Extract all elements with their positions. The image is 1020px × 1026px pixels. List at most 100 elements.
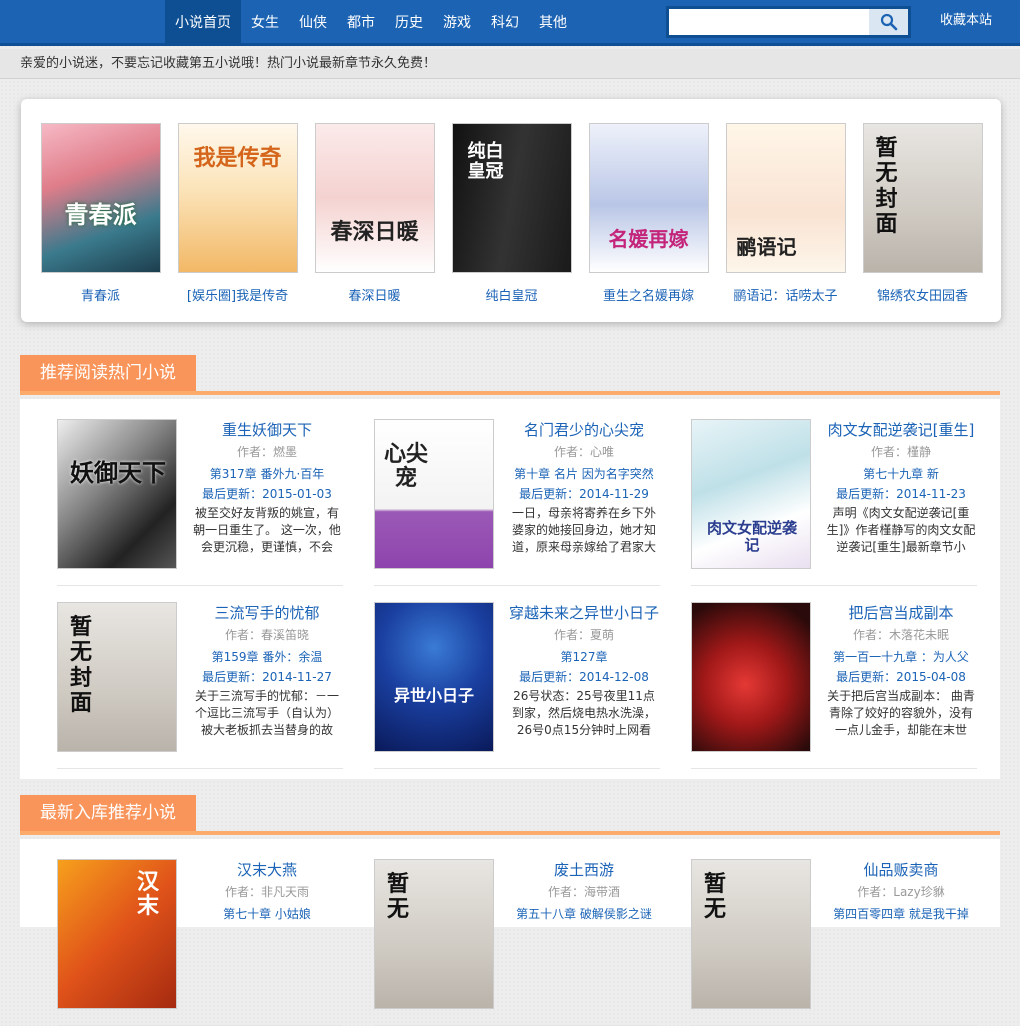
featured-book[interactable]: 鹂语记 鹂语记：话唠太子 — [717, 123, 854, 304]
featured-book[interactable]: 青春派 青春派 — [32, 123, 169, 304]
nav-item-female[interactable]: 女生 — [241, 0, 289, 46]
cover-title: 异世小日子 — [393, 686, 474, 705]
cover-title: 我是传奇 — [193, 145, 282, 171]
nav-item-other[interactable]: 其他 — [529, 0, 577, 46]
book-author: 作者：夏萌 — [553, 628, 614, 642]
search-input[interactable] — [669, 9, 869, 35]
search-box — [666, 6, 911, 38]
cover-title: 暂无封面 — [875, 135, 898, 237]
latest-chapter[interactable]: 第159章 番外：余温 — [191, 647, 343, 667]
cover-title: 春深日暖 — [330, 219, 419, 245]
last-update: 最后更新：2015-01-03 — [202, 487, 332, 501]
last-update: 最后更新：2015-04-08 — [836, 670, 966, 684]
book-cover[interactable]: 春深日暖 — [314, 123, 435, 273]
latest-chapter[interactable]: 第七十九章 新 — [825, 464, 977, 484]
book-title[interactable]: 把后宫当成副本 — [825, 602, 977, 625]
cover-title: 纯白皇冠 — [467, 141, 504, 182]
featured-book-title[interactable]: 锦绣农女田园香 — [854, 285, 991, 304]
book-description: 关于三流写手的忧郁：－一个逗比三流写手（自认为）被大老板抓去当替身的故 — [194, 689, 339, 737]
nav-item-game[interactable]: 游戏 — [433, 0, 481, 46]
book-title[interactable]: 废土西游 — [508, 859, 660, 882]
book-card: 暂无封面 三流写手的忧郁 作者：春溪笛晓 第159章 番外：余温 最后更新：20… — [57, 602, 343, 769]
featured-book-title[interactable]: [娱乐圈]我是传奇 — [169, 285, 306, 304]
cover-title: 名媛再嫁 — [608, 227, 689, 251]
book-author: 作者：非凡天雨 — [224, 885, 309, 899]
book-description: 26号状态：25号夜里11点到家，然后烧电热水洗澡，26号0点15分钟时上网看 — [511, 689, 656, 737]
featured-book[interactable]: 春深日暖 春深日暖 — [306, 123, 443, 304]
section-header: 最新入库推荐小说 — [20, 795, 1000, 835]
featured-book-title[interactable]: 鹂语记：话唠太子 — [717, 285, 854, 304]
book-card: 心尖宠 名门君少的心尖宠 作者：心唯 第十章 名片 因为名字突然 最后更新：20… — [374, 419, 660, 586]
book-card: 肉文女配逆袭记 肉文女配逆袭记[重生] 作者：槿静 第七十九章 新 最后更新：2… — [691, 419, 977, 586]
book-title[interactable]: 汉末大燕 — [191, 859, 343, 882]
featured-book[interactable]: 我是传奇 [娱乐圈]我是传奇 — [169, 123, 306, 304]
book-author: 作者：春溪笛晓 — [224, 628, 309, 642]
section-title: 最新入库推荐小说 — [20, 795, 196, 831]
book-author: 作者：槿静 — [870, 445, 931, 459]
latest-chapter[interactable]: 第五十八章 破解侯影之谜 — [508, 904, 660, 924]
nav-item-home[interactable]: 小说首页 — [165, 0, 241, 46]
book-title[interactable]: 肉文女配逆袭记[重生] — [825, 419, 977, 442]
nav-item-history[interactable]: 历史 — [385, 0, 433, 46]
book-cover[interactable]: 异世小日子 — [374, 602, 494, 752]
book-info: 把后宫当成副本 作者：木落花未眠 第一百一十九章 ：为人父 最后更新：2015-… — [825, 602, 977, 739]
featured-book[interactable]: 纯白皇冠 纯白皇冠 — [443, 123, 580, 304]
latest-chapter[interactable]: 第127章 — [508, 647, 660, 667]
latest-chapter[interactable]: 第十章 名片 因为名字突然 — [508, 464, 660, 484]
latest-chapter[interactable]: 第四百零四章 就是我干掉 — [825, 904, 977, 924]
book-cover[interactable]: 暂无 — [691, 859, 811, 1009]
book-cover[interactable]: 暂无封面 — [862, 123, 983, 273]
featured-books-panel: 青春派 青春派 我是传奇 [娱乐圈]我是传奇 春深日暖 春深日暖 纯白皇冠 纯白… — [21, 99, 1001, 322]
bookmark-site-link[interactable]: 收藏本站 — [940, 0, 992, 46]
book-title[interactable]: 三流写手的忧郁 — [191, 602, 343, 625]
last-update: 最后更新：2014-11-27 — [202, 670, 332, 684]
book-cover[interactable] — [691, 602, 811, 752]
cover-title: 青春派 — [64, 200, 137, 229]
latest-chapter[interactable]: 第七十章 小姑娘 — [191, 904, 343, 924]
book-cover[interactable]: 纯白皇冠 — [451, 123, 572, 273]
featured-book[interactable]: 暂无封面 锦绣农女田园香 — [854, 123, 991, 304]
top-nav-bar: 小说首页 女生 仙侠 都市 历史 游戏 科幻 其他 收藏本站 — [0, 0, 1020, 46]
book-cover[interactable]: 暂无封面 — [57, 602, 177, 752]
featured-book[interactable]: 名媛再嫁 重生之名媛再嫁 — [580, 123, 717, 304]
book-cover[interactable]: 青春派 — [40, 123, 161, 273]
book-description: 被至交好友背叛的姚宣，有朝一日重生了。 这一次，他会更沉稳，更谨慎，不会 — [193, 506, 341, 554]
book-info: 三流写手的忧郁 作者：春溪笛晓 第159章 番外：余温 最后更新：2014-11… — [191, 602, 343, 739]
book-title[interactable]: 名门君少的心尖宠 — [508, 419, 660, 442]
book-cover[interactable]: 心尖宠 — [374, 419, 494, 569]
book-cover[interactable]: 鹂语记 — [725, 123, 846, 273]
book-title[interactable]: 穿越未来之异世小日子 — [508, 602, 660, 625]
book-author: 作者：Lazy珍貅 — [857, 885, 945, 899]
latest-chapter[interactable]: 第一百一十九章 ：为人父 — [825, 647, 977, 667]
book-cover[interactable]: 肉文女配逆袭记 — [691, 419, 811, 569]
book-card: 妖御天下 重生妖御天下 作者：燃墨 第317章 番外九·百年 最后更新：2015… — [57, 419, 343, 586]
book-author: 作者：木落花未眠 — [852, 628, 949, 642]
book-cover[interactable]: 暂无 — [374, 859, 494, 1009]
book-cover[interactable]: 妖御天下 — [57, 419, 177, 569]
latest-chapter[interactable]: 第317章 番外九·百年 — [191, 464, 343, 484]
cover-title: 暂无封面 — [69, 614, 92, 716]
featured-book-title[interactable]: 纯白皇冠 — [443, 285, 580, 304]
book-card: 汉末 汉末大燕 作者：非凡天雨 第七十章 小姑娘 — [57, 859, 343, 1026]
book-title[interactable]: 重生妖御天下 — [191, 419, 343, 442]
book-title[interactable]: 仙品贩卖商 — [825, 859, 977, 882]
cover-title: 暂无 — [703, 871, 726, 923]
book-card: 把后宫当成副本 作者：木落花未眠 第一百一十九章 ：为人父 最后更新：2015-… — [691, 602, 977, 769]
book-cover[interactable]: 我是传奇 — [177, 123, 298, 273]
new-novels-list: 汉末 汉末大燕 作者：非凡天雨 第七十章 小姑娘 暂无 废土西游 作者：海带酒 … — [20, 839, 1000, 1026]
book-info: 汉末大燕 作者：非凡天雨 第七十章 小姑娘 — [191, 859, 343, 924]
book-cover[interactable]: 名媛再嫁 — [588, 123, 709, 273]
book-author: 作者：燃墨 — [236, 445, 297, 459]
section-header: 推荐阅读热门小说 — [20, 355, 1000, 395]
nav-item-scifi[interactable]: 科幻 — [481, 0, 529, 46]
cover-title: 暂无 — [386, 871, 409, 923]
nav-item-urban[interactable]: 都市 — [337, 0, 385, 46]
book-cover[interactable]: 汉末 — [57, 859, 177, 1009]
book-info: 穿越未来之异世小日子 作者：夏萌 第127章 最后更新：2014-12-08 2… — [508, 602, 660, 739]
book-info: 肉文女配逆袭记[重生] 作者：槿静 第七十九章 新 最后更新：2014-11-2… — [825, 419, 977, 556]
featured-book-title[interactable]: 青春派 — [32, 285, 169, 304]
featured-book-title[interactable]: 重生之名媛再嫁 — [580, 285, 717, 304]
featured-book-title[interactable]: 春深日暖 — [306, 285, 443, 304]
search-button[interactable] — [869, 9, 908, 35]
nav-item-xianxia[interactable]: 仙侠 — [289, 0, 337, 46]
